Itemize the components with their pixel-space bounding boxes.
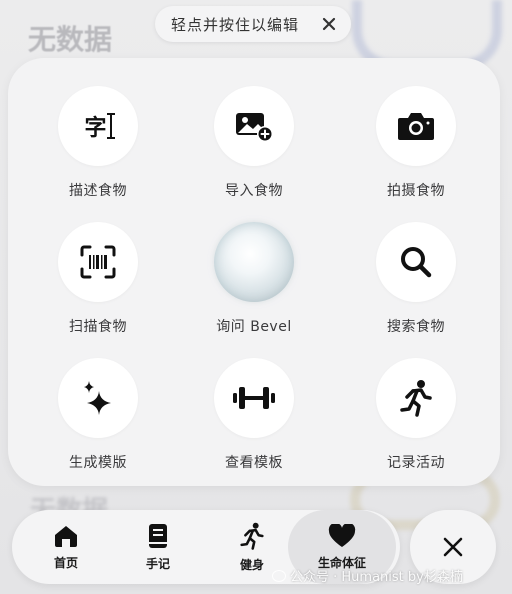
generate-template-label: 生成模版 xyxy=(69,455,127,471)
search-food-button[interactable] xyxy=(376,222,456,302)
describe-food-button[interactable]: 字 xyxy=(58,86,138,166)
tab-journal-label: 手记 xyxy=(145,556,170,571)
wechat-logo-icon xyxy=(272,569,286,582)
search-food-label: 搜索食物 xyxy=(387,319,445,335)
describe-food-label: 描述食物 xyxy=(69,183,127,199)
photo-food-action[interactable]: 拍摄食物 xyxy=(341,86,491,200)
import-food-label: 导入食物 xyxy=(225,183,283,199)
log-activity-action[interactable]: 记录活动 xyxy=(341,358,491,472)
log-activity-button[interactable] xyxy=(376,358,456,438)
tab-fitness-label: 健身 xyxy=(239,557,264,572)
import-food-button[interactable] xyxy=(214,86,294,166)
text-glyph: 字 xyxy=(84,116,107,141)
close-icon xyxy=(443,537,463,557)
edit-hint-pill: 轻点并按住以编辑 xyxy=(155,6,351,42)
photo-food-label: 拍摄食物 xyxy=(387,183,445,199)
sparkles-icon xyxy=(84,381,111,415)
journal-icon xyxy=(149,523,167,548)
quick-action-panel: 字 描述食物 导入食物 拍摄食物 扫描食物 询问 Bevel 搜索食物 生成模版… xyxy=(8,58,500,486)
background-title: 无数据 xyxy=(28,23,113,56)
watermark-text: 公众号 · Humanist by杉森楠 xyxy=(290,570,463,585)
view-template-action[interactable]: 查看模板 xyxy=(179,358,329,472)
tab-home[interactable]: 首页 xyxy=(26,510,106,584)
scan-food-label: 扫描食物 xyxy=(69,319,127,335)
scan-food-button[interactable] xyxy=(58,222,138,302)
ask-bevel-action[interactable]: 询问 Bevel xyxy=(179,222,329,336)
barcode-scan-icon xyxy=(80,245,116,279)
search-icon xyxy=(401,247,432,278)
image-add-icon xyxy=(236,113,273,142)
log-activity-label: 记录活动 xyxy=(387,455,445,471)
home-icon xyxy=(55,525,77,547)
search-food-action[interactable]: 搜索食物 xyxy=(341,222,491,336)
edit-hint-text: 轻点并按住以编辑 xyxy=(171,15,300,34)
watermark: 公众号 · Humanist by杉森楠 xyxy=(272,566,463,585)
text-cursor-icon: 字 xyxy=(84,110,115,142)
photo-food-button[interactable] xyxy=(376,86,456,166)
dumbbell-icon xyxy=(233,387,275,409)
describe-food-action[interactable]: 字 描述食物 xyxy=(23,86,173,200)
generate-template-action[interactable]: 生成模版 xyxy=(23,358,173,472)
view-template-label: 查看模板 xyxy=(225,455,283,471)
running-icon xyxy=(400,380,432,417)
tab-journal[interactable]: 手记 xyxy=(118,510,198,584)
camera-icon xyxy=(398,113,434,140)
import-food-action[interactable]: 导入食物 xyxy=(179,86,329,200)
generate-template-button[interactable] xyxy=(58,358,138,438)
close-hint-icon[interactable] xyxy=(319,14,339,34)
heart-icon xyxy=(328,523,356,547)
bevel-orb-icon[interactable] xyxy=(214,222,294,302)
ask-bevel-label: 询问 Bevel xyxy=(216,319,292,335)
scan-food-action[interactable]: 扫描食物 xyxy=(23,222,173,336)
tab-home-label: 首页 xyxy=(53,555,78,570)
running-icon xyxy=(240,522,264,550)
view-template-button[interactable] xyxy=(214,358,294,438)
